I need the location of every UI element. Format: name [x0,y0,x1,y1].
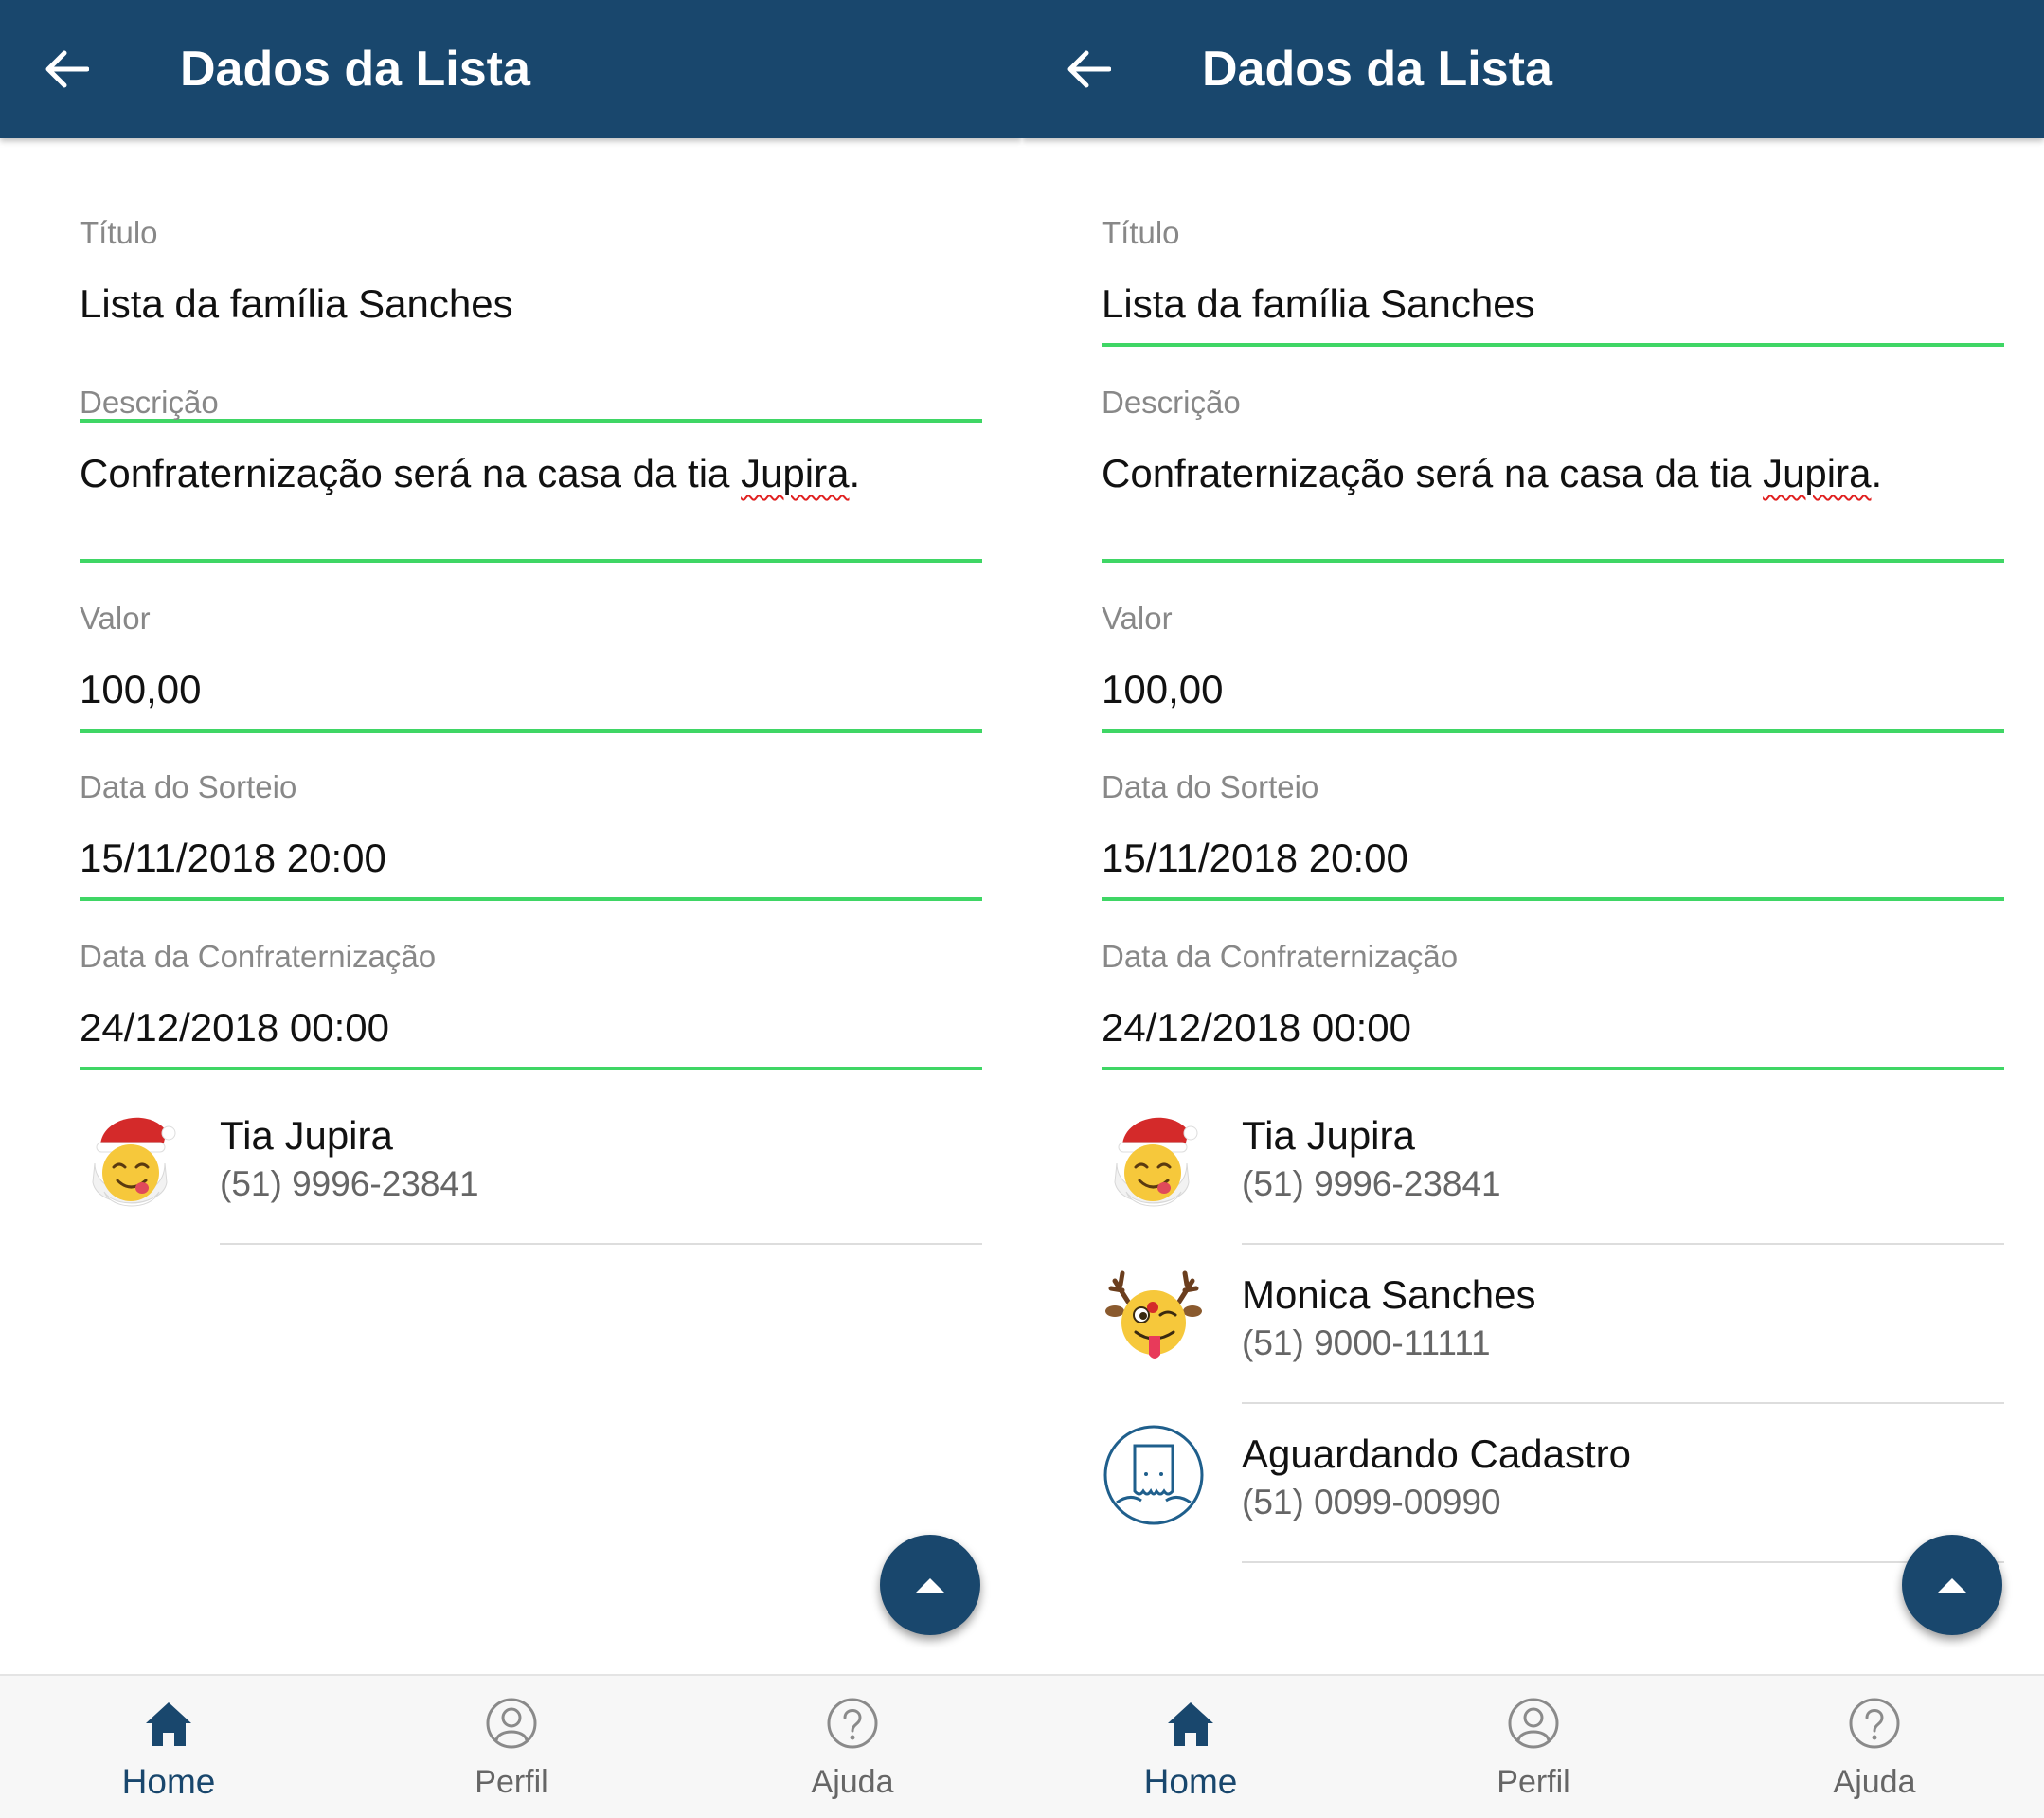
descricao-label: Descrição [1102,385,1241,420]
member-list-item[interactable]: Tia Jupira (51) 9996-23841 [80,1086,982,1245]
caret-up-icon [915,1578,945,1593]
descricao-field[interactable]: Descrição Confraternização será na casa … [1102,384,2004,554]
member-phone: (51) 9996-23841 [1242,1164,1501,1203]
data-sorteio-underline [80,897,982,901]
valor-underline [80,729,982,733]
home-icon [1168,1702,1213,1746]
data-sorteio-label: Data do Sorteio [80,769,297,804]
member-phone: (51) 0099-00990 [1242,1483,1501,1521]
spellcheck-flagged-word: Jupira [1763,451,1872,495]
descricao-text: Confraternização será na casa da tia [1102,451,1764,495]
data-confraternizacao-label: Data da Confraternização [1102,939,1459,974]
titulo-field[interactable]: Título Lista da família Sanches [1102,214,2004,347]
member-name: Tia Jupira [1242,1113,1415,1158]
data-sorteio-field[interactable]: Data do Sorteio 15/11/2018 20:00 [80,768,982,901]
data-confraternizacao-input[interactable]: 24/12/2018 00:00 [80,1004,389,1052]
member-list-item[interactable]: Monica Sanches (51) 9000-11111 [1102,1245,2004,1404]
nav-perfil[interactable]: Perfil [1410,1676,1657,1818]
data-confraternizacao-input[interactable]: 24/12/2018 00:00 [1102,1004,1411,1052]
valor-field[interactable]: Valor 100,00 [80,600,982,732]
app-bar: Dados da Lista [1022,0,2044,138]
nav-ajuda[interactable]: Ajuda [729,1676,976,1818]
nav-home[interactable]: Home [45,1676,292,1818]
descricao-textarea[interactable]: Confraternização será na casa da tia Jup… [1102,450,1882,497]
descricao-underline [80,559,982,563]
member-name: Tia Jupira [220,1113,393,1158]
titulo-label: Título [1102,215,1180,250]
back-button[interactable] [1066,34,1141,104]
list-details-form: Título Lista da família Sanches Descriçã… [0,138,1022,1676]
reindeer-emoji-avatar-icon [1105,1270,1202,1359]
descricao-label: Descrição [80,385,219,420]
page-title: Dados da Lista [180,42,530,97]
titulo-underline [1102,343,2004,347]
descricao-field[interactable]: Descrição Confraternização será na casa … [80,384,982,602]
santa-emoji-avatar-icon [92,1117,176,1207]
descricao-text-end: . [1871,451,1883,495]
bottom-navigation: Home Perfil Ajuda [0,1674,1022,1818]
placeholder-avatar-icon [1103,1425,1204,1525]
list-divider [1242,1561,2004,1563]
valor-input[interactable]: 100,00 [80,666,201,713]
valor-underline [1102,729,2004,733]
valor-label: Valor [1102,601,1173,636]
titulo-label: Título [80,215,158,250]
spellcheck-flagged-word: Jupira [741,451,850,495]
member-list-item[interactable]: Tia Jupira (51) 9996-23841 [1102,1086,2004,1245]
caret-up-icon [1937,1578,1967,1593]
member-name: Aguardando Cadastro [1242,1431,1631,1476]
list-divider [220,1243,982,1245]
santa-emoji-avatar-icon [1114,1117,1198,1207]
descricao-underline [1102,559,2004,563]
data-confraternizacao-underline [1102,1067,2004,1070]
scroll-up-fab[interactable] [1902,1535,2002,1635]
descricao-textarea[interactable]: Confraternização será na casa da tia Jup… [80,450,860,497]
screen-right: Dados da Lista Título Lista da família S… [1022,0,2044,1818]
nav-perfil-label: Perfil [1497,1764,1570,1800]
data-confraternizacao-field[interactable]: Data da Confraternização 24/12/2018 00:0… [1102,938,2004,1071]
arrow-left-icon [1067,50,1111,88]
app-bar: Dados da Lista [0,0,1022,138]
data-confraternizacao-label: Data da Confraternização [80,939,437,974]
page-title: Dados da Lista [1202,42,1552,97]
nav-home-label: Home [121,1762,216,1801]
arrow-left-icon [45,50,89,88]
member-name: Monica Sanches [1242,1272,1536,1317]
data-sorteio-label: Data do Sorteio [1102,769,1319,804]
nav-perfil-label: Perfil [475,1764,548,1800]
member-phone: (51) 9000-11111 [1242,1323,1491,1362]
back-button[interactable] [44,34,119,104]
profile-icon [1508,1698,1559,1749]
scroll-up-fab[interactable] [880,1535,980,1635]
data-sorteio-input[interactable]: 15/11/2018 20:00 [80,835,386,882]
descricao-text-end: . [849,451,861,495]
nav-ajuda[interactable]: Ajuda [1751,1676,1998,1818]
nav-home[interactable]: Home [1067,1676,1314,1818]
help-icon [1849,1698,1900,1749]
member-phone: (51) 9996-23841 [220,1164,479,1203]
data-sorteio-input[interactable]: 15/11/2018 20:00 [1102,835,1408,882]
screen-left: Dados da Lista Título Lista da família S… [0,0,1022,1818]
valor-input[interactable]: 100,00 [1102,666,1223,713]
data-confraternizacao-field[interactable]: Data da Confraternização 24/12/2018 00:0… [80,938,982,1071]
valor-field[interactable]: Valor 100,00 [1102,600,2004,732]
data-sorteio-underline [1102,897,2004,901]
titulo-input[interactable]: Lista da família Sanches [1102,280,1535,328]
titulo-input[interactable]: Lista da família Sanches [80,280,513,328]
data-sorteio-field[interactable]: Data do Sorteio 15/11/2018 20:00 [1102,768,2004,901]
data-confraternizacao-underline [80,1067,982,1070]
list-details-form: Título Lista da família Sanches Descriçã… [1022,138,2044,1676]
nav-home-label: Home [1143,1762,1238,1801]
profile-icon [486,1698,537,1749]
help-icon [827,1698,878,1749]
home-icon [146,1702,191,1746]
nav-perfil[interactable]: Perfil [388,1676,635,1818]
nav-ajuda-label: Ajuda [1833,1764,1916,1800]
member-list-item[interactable]: Aguardando Cadastro (51) 0099-00990 [1102,1404,2004,1563]
bottom-navigation: Home Perfil Ajuda [1022,1674,2044,1818]
nav-ajuda-label: Ajuda [811,1764,894,1800]
titulo-field[interactable]: Título Lista da família Sanches [80,214,982,423]
descricao-text: Confraternização será na casa da tia [80,451,742,495]
valor-label: Valor [80,601,151,636]
